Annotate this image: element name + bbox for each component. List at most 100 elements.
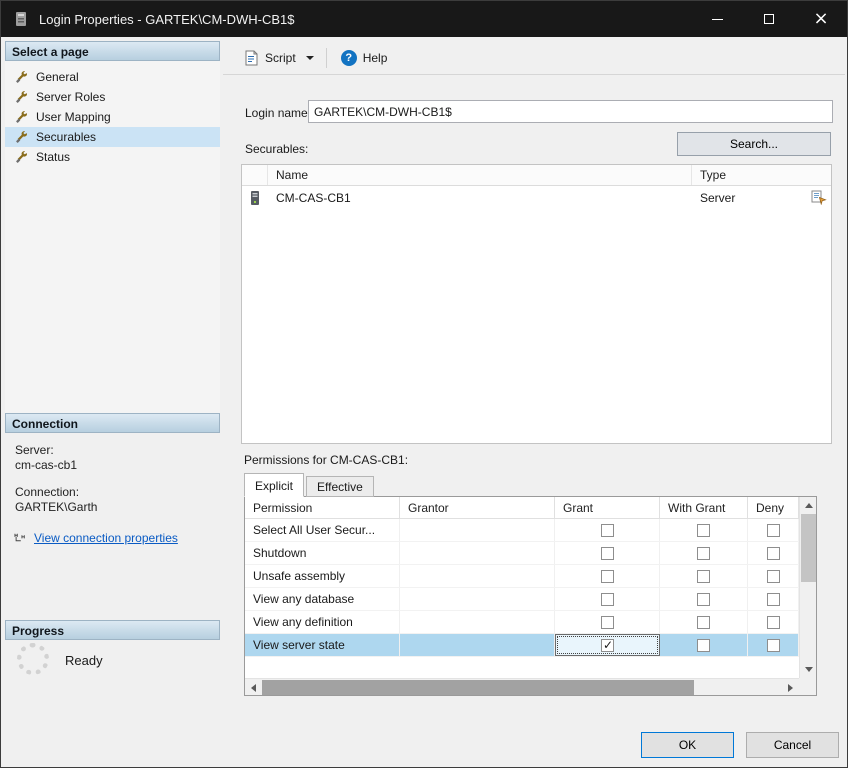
- close-button[interactable]: ×: [795, 1, 847, 37]
- grantor-cell: [400, 542, 555, 564]
- permissions-table: Permission Grantor Grant With Grant Deny…: [244, 496, 817, 696]
- progress-header: Progress: [5, 620, 220, 640]
- minimize-icon: [712, 19, 723, 20]
- permission-row[interactable]: Select All User Secur...: [245, 519, 799, 542]
- horizontal-scrollbar[interactable]: [245, 678, 799, 695]
- horizontal-scrollbar-thumb[interactable]: [262, 680, 694, 695]
- grant-checkbox[interactable]: [601, 547, 614, 560]
- with-grant-checkbox[interactable]: [697, 616, 710, 629]
- wrench-icon: [15, 130, 29, 144]
- login-name-input[interactable]: [308, 100, 833, 123]
- scroll-down-icon[interactable]: [800, 661, 817, 678]
- sidebar-item-label: Securables: [36, 130, 96, 144]
- page-list: General Server Roles User Mapping Secura…: [5, 61, 220, 413]
- server-label: Server:: [15, 443, 54, 457]
- permission-row[interactable]: Shutdown: [245, 542, 799, 565]
- with-grant-checkbox[interactable]: [697, 639, 710, 652]
- deny-checkbox[interactable]: [767, 593, 780, 606]
- sidebar-item-label: User Mapping: [36, 110, 111, 124]
- securables-row[interactable]: CM-CAS-CB1 Server: [242, 186, 831, 210]
- permission-cell: Select All User Secur...: [245, 519, 400, 541]
- with-grant-checkbox[interactable]: [697, 593, 710, 606]
- connection-properties-icon: [13, 531, 27, 545]
- sidebar-item-label: Server Roles: [36, 90, 105, 104]
- grantor-cell: [400, 565, 555, 587]
- window-controls: ×: [691, 1, 847, 37]
- permission-cell: Unsafe assembly: [245, 565, 400, 587]
- permission-row[interactable]: View any database: [245, 588, 799, 611]
- help-icon: ?: [341, 50, 357, 66]
- server-icon: [242, 190, 268, 206]
- deny-checkbox[interactable]: [767, 547, 780, 560]
- connection-label: Connection:: [15, 485, 79, 499]
- scrollbar-corner: [799, 678, 816, 695]
- sidebar-item-user-mapping[interactable]: User Mapping: [5, 107, 220, 127]
- scroll-left-icon[interactable]: [245, 679, 262, 696]
- permissions-tabs: Explicit Effective: [244, 473, 376, 497]
- sidebar-item-general[interactable]: General: [5, 67, 220, 87]
- search-button[interactable]: Search...: [677, 132, 831, 156]
- login-properties-dialog: Login Properties - GARTEK\CM-DWH-CB1$ × …: [0, 0, 848, 768]
- sidebar-item-server-roles[interactable]: Server Roles: [5, 87, 220, 107]
- connection-header: Connection: [5, 413, 220, 433]
- securables-table: Name Type CM-CAS-CB1 Server: [241, 164, 832, 444]
- scroll-up-icon[interactable]: [800, 497, 817, 514]
- login-name-label: Login name:: [245, 106, 311, 120]
- name-column-header[interactable]: Name: [268, 165, 692, 185]
- deny-checkbox[interactable]: [767, 524, 780, 537]
- title-bar: Login Properties - GARTEK\CM-DWH-CB1$ ×: [1, 1, 847, 37]
- wrench-icon: [15, 110, 29, 124]
- permission-row[interactable]: Unsafe assembly: [245, 565, 799, 588]
- minimize-button[interactable]: [691, 1, 743, 37]
- permission-row[interactable]: View any definition: [245, 611, 799, 634]
- with-grant-column-header[interactable]: With Grant: [660, 497, 748, 518]
- deny-column-header[interactable]: Deny: [748, 497, 799, 518]
- grantor-cell: [400, 519, 555, 541]
- grant-checkbox[interactable]: [601, 570, 614, 583]
- chevron-down-icon[interactable]: [306, 56, 314, 60]
- script-button[interactable]: Script: [237, 46, 302, 70]
- grant-checkbox[interactable]: [601, 639, 614, 652]
- type-column-header[interactable]: Type: [692, 165, 831, 185]
- tab-explicit[interactable]: Explicit: [244, 473, 304, 497]
- grant-column-header[interactable]: Grant: [555, 497, 660, 518]
- help-button[interactable]: ? Help: [335, 46, 394, 70]
- deny-checkbox[interactable]: [767, 570, 780, 583]
- maximize-button[interactable]: [743, 1, 795, 37]
- permission-cell: View server state: [245, 634, 400, 656]
- vertical-scrollbar[interactable]: [799, 497, 816, 678]
- sidebar: Select a page General Server Roles User …: [5, 41, 220, 729]
- permissions-label: Permissions for CM-CAS-CB1:: [244, 453, 408, 467]
- permission-cell: View any definition: [245, 611, 400, 633]
- cancel-button[interactable]: Cancel: [746, 732, 839, 758]
- tab-effective[interactable]: Effective: [306, 476, 374, 497]
- sidebar-item-securables[interactable]: Securables: [5, 127, 220, 147]
- permission-row[interactable]: View server state: [245, 634, 799, 657]
- sidebar-item-label: General: [36, 70, 79, 84]
- wrench-icon: [15, 90, 29, 104]
- with-grant-checkbox[interactable]: [697, 547, 710, 560]
- grant-checkbox[interactable]: [601, 616, 614, 629]
- scroll-right-icon[interactable]: [782, 679, 799, 696]
- window-title: Login Properties - GARTEK\CM-DWH-CB1$: [39, 12, 295, 27]
- sidebar-item-status[interactable]: Status: [5, 147, 220, 167]
- vertical-scrollbar-thumb[interactable]: [801, 514, 816, 582]
- deny-checkbox[interactable]: [767, 616, 780, 629]
- securables-table-header: Name Type: [242, 165, 831, 186]
- select-page-header: Select a page: [5, 41, 220, 61]
- deny-checkbox[interactable]: [767, 639, 780, 652]
- with-grant-checkbox[interactable]: [697, 524, 710, 537]
- permission-cell: Shutdown: [245, 542, 400, 564]
- grant-checkbox[interactable]: [601, 593, 614, 606]
- securables-options-icon[interactable]: [811, 189, 827, 205]
- view-connection-properties-link[interactable]: View connection properties: [34, 531, 178, 545]
- with-grant-checkbox[interactable]: [697, 570, 710, 583]
- toolbar: Script ? Help: [223, 41, 845, 75]
- grant-checkbox[interactable]: [601, 524, 614, 537]
- wrench-icon: [15, 150, 29, 164]
- grantor-column-header[interactable]: Grantor: [400, 497, 555, 518]
- grantor-cell: [400, 634, 555, 656]
- ok-button[interactable]: OK: [641, 732, 734, 758]
- permission-column-header[interactable]: Permission: [245, 497, 400, 518]
- toolbar-separator: [326, 48, 327, 68]
